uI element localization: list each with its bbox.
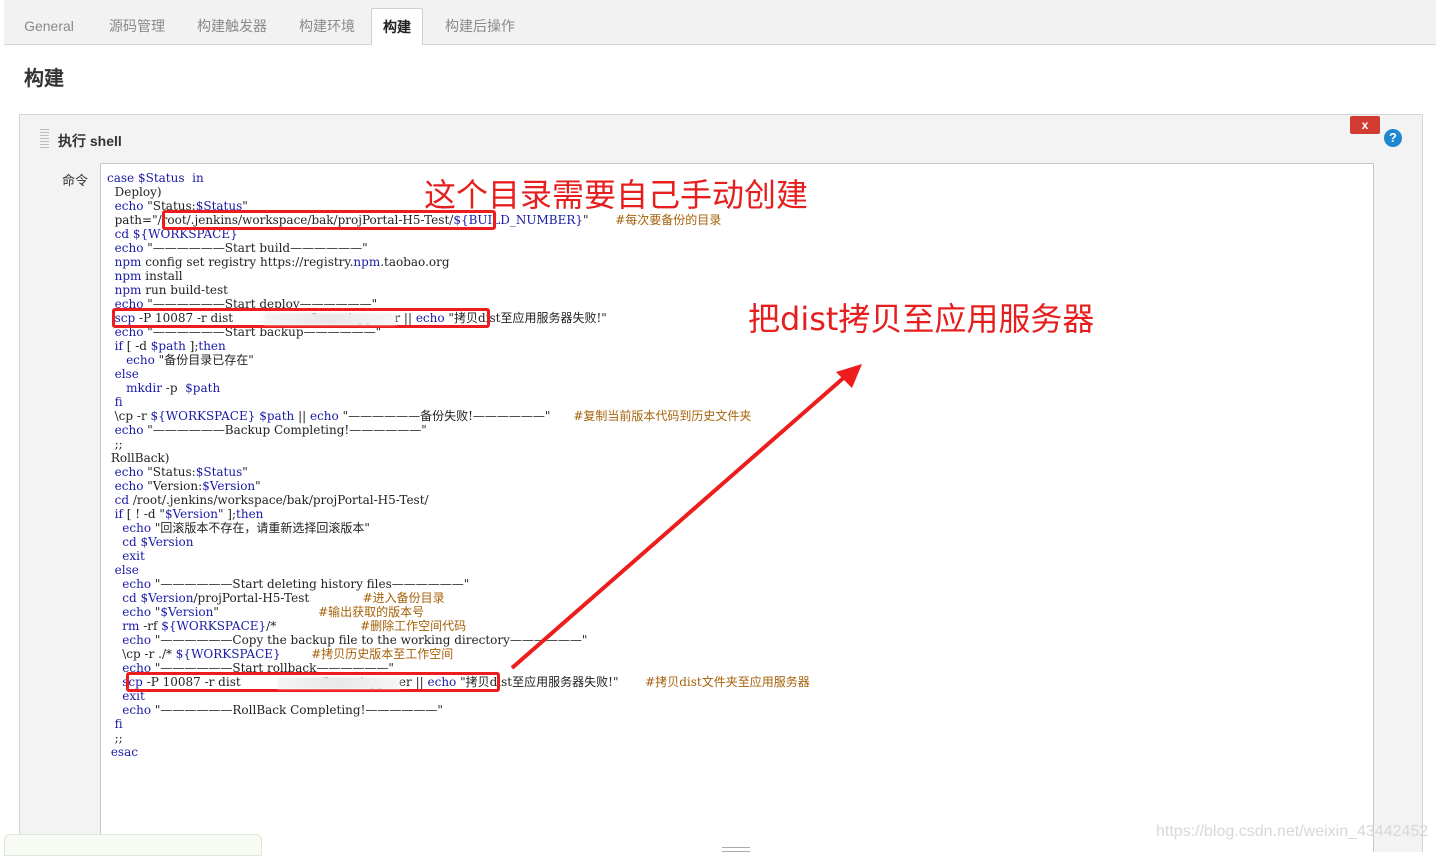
code-line: rm -rf ${WORKSPACE}/* #删除工作空间代码: [122, 619, 467, 633]
code-line: echo "——————RollBack Completing!——————": [122, 703, 443, 717]
section-title: 构建: [24, 68, 64, 90]
tab-build-triggers[interactable]: 构建触发器: [184, 8, 280, 44]
code-line: else: [114, 367, 139, 381]
code-line: echo "——————Backup Completing!——————": [114, 423, 427, 437]
code-line: cd /root/.jenkins/workspace/bak/projPort…: [114, 493, 429, 507]
code-line: npm config set registry https://registry…: [114, 255, 450, 269]
code-line: cd $Version/projPortal-H5-Test #进入备份目录: [122, 591, 445, 605]
code-line: echo "Version:$Version": [114, 479, 261, 493]
code-line: if [ -d $path ];then: [114, 339, 226, 353]
code-line: esac: [110, 745, 138, 759]
code-line: echo "备份目录已存在": [126, 353, 254, 367]
drag-handle-icon[interactable]: [40, 129, 49, 149]
tab-post-build-actions[interactable]: 构建后操作: [430, 8, 530, 44]
code-line: echo "Status:$Status": [114, 465, 248, 479]
code-line: echo "回滚版本不存在，请重新选择回滚版本": [122, 521, 370, 535]
annotation-copy-dist: 把dist拷贝至应用服务器: [748, 300, 1095, 338]
delete-step-button[interactable]: x: [1350, 116, 1380, 134]
command-label: 命令: [62, 173, 89, 188]
code-line: ;;: [107, 437, 123, 451]
code-line: cd $Version: [122, 535, 194, 549]
code-line: fi: [114, 395, 123, 409]
redacted-host: [278, 677, 400, 689]
code-line: RollBack): [107, 451, 170, 465]
tab-bar: General 源码管理 构建触发器 构建环境 构建 构建后操作: [4, 0, 1436, 46]
code-line: echo "——————Start deleting history files…: [122, 577, 470, 591]
code-line: npm run build-test: [114, 283, 228, 297]
code-line: exit: [122, 549, 145, 563]
code-line: case $Status in: [107, 171, 204, 185]
resize-grip-icon[interactable]: [722, 847, 750, 852]
tab-build-environment[interactable]: 构建环境: [284, 8, 370, 44]
code-line: fi: [114, 717, 123, 731]
code-line: mkdir -p $path: [126, 381, 221, 395]
code-line: echo "——————Start build——————": [114, 241, 368, 255]
annotation-create-directory: 这个目录需要自己手动创建: [424, 176, 809, 214]
watermark: https://blog.csdn.net/weixin_43442452: [1156, 823, 1429, 840]
tab-source-control[interactable]: 源码管理: [92, 8, 182, 44]
tab-general[interactable]: General: [12, 8, 86, 44]
code-line: ;;: [107, 731, 123, 745]
code-line: echo "——————Copy the backup file to the …: [122, 633, 588, 647]
redacted-host: [264, 313, 396, 325]
code-line: else: [114, 563, 139, 577]
code-line: \cp -r ${WORKSPACE} $path || echo "—————…: [107, 409, 752, 423]
code-line: echo "$Version" #输出获取的版本号: [122, 605, 425, 619]
code-line: if [ ! -d "$Version" ];then: [114, 507, 264, 521]
code-line: npm install: [114, 269, 183, 283]
tab-build[interactable]: 构建: [371, 8, 423, 46]
step-title: 执行 shell: [58, 133, 122, 149]
help-icon[interactable]: ?: [1384, 129, 1402, 147]
code-line: Deploy): [107, 185, 162, 199]
code-line: \cp -r ./* ${WORKSPACE} #拷贝历史版本至工作空间: [107, 647, 454, 661]
bottom-status-tab: [4, 834, 262, 856]
